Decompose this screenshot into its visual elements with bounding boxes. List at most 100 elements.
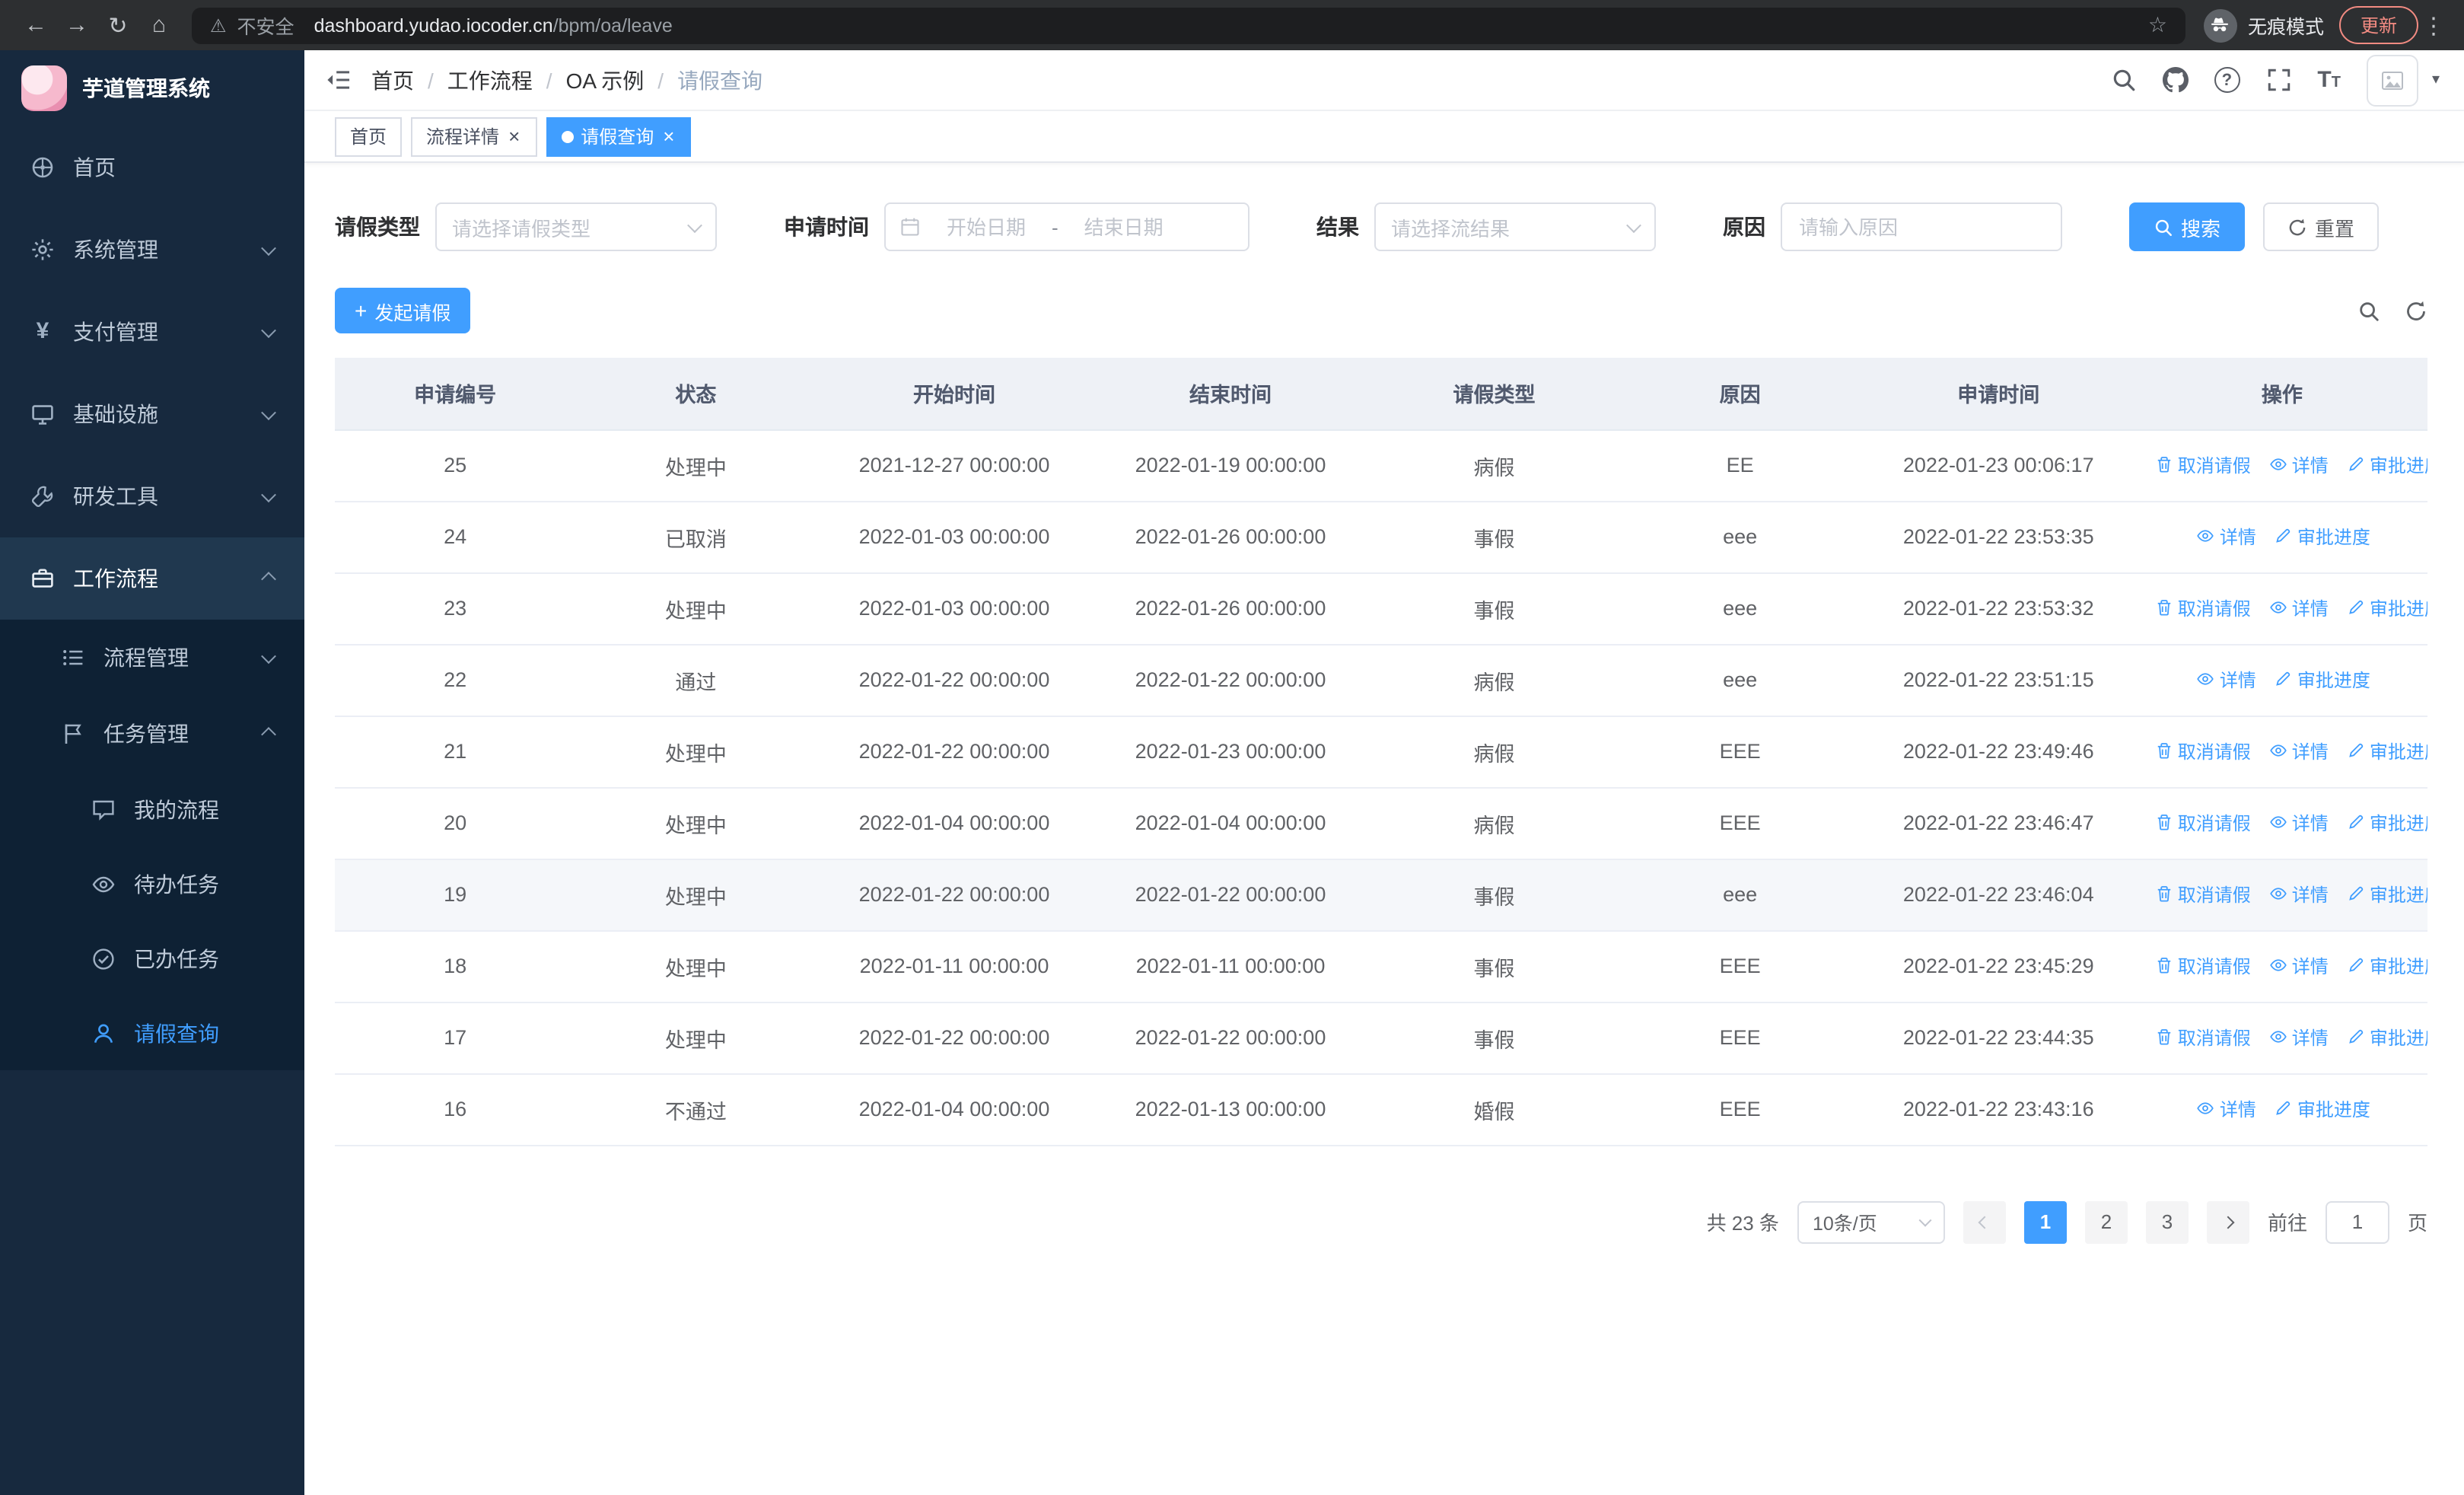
table-refresh-icon[interactable]	[2405, 299, 2427, 322]
detail-button[interactable]: 详情	[2269, 1025, 2329, 1050]
search-button[interactable]: 搜索	[2129, 202, 2246, 251]
approval-progress-button[interactable]: 审批进度	[2275, 667, 2370, 693]
github-icon[interactable]	[2162, 67, 2188, 93]
breadcrumb-item[interactable]: 工作流程	[447, 65, 533, 95]
create-leave-button[interactable]: + 发起请假	[335, 288, 471, 333]
security-label[interactable]: 不安全	[237, 11, 294, 40]
detail-button[interactable]: 详情	[2269, 452, 2329, 478]
sidebar-item-dev-tools[interactable]: 研发工具	[0, 455, 304, 537]
update-button[interactable]: 更新	[2338, 6, 2418, 44]
approval-progress-button[interactable]: 审批进度	[2347, 738, 2427, 764]
back-icon[interactable]: ←	[15, 12, 56, 38]
approval-progress-button[interactable]: 审批进度	[2275, 524, 2370, 550]
table-row[interactable]: 25 处理中 2021-12-27 00:00:00 2022-01-19 00:00…	[335, 429, 2427, 502]
start-date-input[interactable]	[927, 215, 1046, 238]
cell-start-time: 2022-01-04 00:00:00	[816, 787, 1093, 859]
detail-button[interactable]: 详情	[2269, 953, 2329, 979]
tab-process-detail[interactable]: 流程详情 ×	[411, 116, 537, 156]
sidebar-item-task-mgmt[interactable]: 任务管理	[0, 696, 304, 772]
table-search-toggle-icon[interactable]	[2357, 299, 2380, 322]
approval-progress-button[interactable]: 审批进度	[2347, 595, 2427, 621]
detail-button[interactable]: 详情	[2197, 524, 2256, 550]
cancel-leave-button[interactable]: 取消请假	[2155, 810, 2251, 836]
tab-leave-query[interactable]: 请假查询 ×	[546, 116, 692, 156]
sidebar-item-label: 待办任务	[134, 872, 219, 896]
logo[interactable]: 芋道管理系统	[0, 50, 304, 126]
cancel-leave-button[interactable]: 取消请假	[2155, 595, 2251, 621]
table-row[interactable]: 18 处理中 2022-01-11 00:00:00 2022-01-11 00:00…	[335, 930, 2427, 1003]
reset-button[interactable]: 重置	[2263, 202, 2380, 251]
approval-progress-button[interactable]: 审批进度	[2275, 1096, 2370, 1122]
sidebar-item-infrastructure[interactable]: 基础设施	[0, 373, 304, 455]
page-button-2[interactable]: 2	[2084, 1200, 2128, 1243]
sidebar-fold-icon[interactable]	[304, 49, 371, 110]
prev-page-button[interactable]	[1963, 1200, 2006, 1243]
table-row[interactable]: 22 通过 2022-01-22 00:00:00 2022-01-22 00:00:…	[335, 644, 2427, 716]
cancel-icon	[2155, 957, 2173, 975]
detail-button[interactable]: 详情	[2197, 1096, 2256, 1122]
breadcrumb-item[interactable]: 首页	[371, 65, 414, 95]
sidebar-item-payment-mgmt[interactable]: ¥ 支付管理	[0, 291, 304, 373]
breadcrumb-item[interactable]: OA 示例	[566, 65, 645, 95]
fullscreen-icon[interactable]	[2265, 67, 2291, 93]
sidebar-item-my-process[interactable]: 我的流程	[0, 772, 304, 846]
goto-page-input[interactable]	[2325, 1200, 2389, 1243]
detail-icon	[2269, 599, 2287, 617]
leave-type-select[interactable]: 请选择请假类型	[435, 202, 717, 251]
table-row[interactable]: 21 处理中 2022-01-22 00:00:00 2022-01-23 00:00…	[335, 716, 2427, 788]
next-page-button[interactable]	[2206, 1200, 2249, 1243]
result-select[interactable]: 请选择流结果	[1374, 202, 1656, 251]
browser-menu-icon[interactable]: ⋮	[2418, 11, 2449, 39]
sidebar-item-label: 任务管理	[103, 722, 189, 746]
apply-time-range-picker[interactable]: -	[884, 202, 1250, 251]
page-button-3[interactable]: 3	[2145, 1200, 2189, 1243]
reason-input[interactable]	[1781, 202, 2062, 251]
avatar[interactable]	[2366, 54, 2418, 106]
browser-home-icon[interactable]: ⌂	[138, 12, 180, 38]
sidebar-item-leave-query[interactable]: 请假查询	[0, 996, 304, 1070]
table-row[interactable]: 20 处理中 2022-01-04 00:00:00 2022-01-04 00:00…	[335, 787, 2427, 859]
approval-progress-button[interactable]: 审批进度	[2347, 953, 2427, 979]
detail-button[interactable]: 详情	[2269, 810, 2329, 836]
end-date-input[interactable]	[1064, 215, 1183, 238]
table-row[interactable]: 19 处理中 2022-01-22 00:00:00 2022-01-22 00:00…	[335, 859, 2427, 931]
detail-button[interactable]: 详情	[2269, 881, 2329, 907]
cell-apply-id: 20	[335, 787, 576, 859]
sidebar-item-workflow[interactable]: 工作流程	[0, 537, 304, 620]
page-size-value: 10条/页	[1812, 1213, 1877, 1235]
page-size-select[interactable]: 10条/页	[1797, 1200, 1945, 1243]
approval-progress-button[interactable]: 审批进度	[2347, 881, 2427, 907]
approval-progress-button[interactable]: 审批进度	[2347, 1025, 2427, 1050]
approval-progress-button[interactable]: 审批进度	[2347, 452, 2427, 478]
sidebar-item-process-mgmt[interactable]: 流程管理	[0, 620, 304, 696]
sidebar-item-done-tasks[interactable]: 已办任务	[0, 921, 304, 996]
tab-close-icon[interactable]: ×	[507, 126, 521, 146]
detail-button[interactable]: 详情	[2269, 738, 2329, 764]
table-row[interactable]: 17 处理中 2022-01-22 00:00:00 2022-01-22 00:00…	[335, 1002, 2427, 1074]
cancel-leave-button[interactable]: 取消请假	[2155, 953, 2251, 979]
detail-button[interactable]: 详情	[2269, 595, 2329, 621]
forward-icon[interactable]: →	[56, 12, 97, 38]
table-row[interactable]: 16 不通过 2022-01-04 00:00:00 2022-01-13 00:00…	[335, 1073, 2427, 1146]
font-size-icon[interactable]: TT	[2317, 69, 2341, 91]
cancel-leave-button[interactable]: 取消请假	[2155, 452, 2251, 478]
table-row[interactable]: 23 处理中 2022-01-03 00:00:00 2022-01-26 00:00…	[335, 572, 2427, 645]
page-button-1[interactable]: 1	[2023, 1200, 2067, 1243]
avatar-caret-down-icon[interactable]: ▾	[2432, 72, 2440, 88]
table-row[interactable]: 24 已取消 2022-01-03 00:00:00 2022-01-26 00:00…	[335, 501, 2427, 573]
cancel-leave-button[interactable]: 取消请假	[2155, 881, 2251, 907]
sidebar-item-home[interactable]: 首页	[0, 126, 304, 209]
approval-progress-button[interactable]: 审批进度	[2347, 810, 2427, 836]
reload-icon[interactable]: ↻	[97, 11, 138, 39]
sidebar-item-todo-tasks[interactable]: 待办任务	[0, 846, 304, 921]
tab-close-icon[interactable]: ×	[661, 126, 676, 146]
bookmark-star-icon[interactable]: ☆	[2148, 12, 2167, 38]
detail-button[interactable]: 详情	[2197, 667, 2256, 693]
cancel-leave-button[interactable]: 取消请假	[2155, 1025, 2251, 1050]
sidebar-item-system-mgmt[interactable]: 系统管理	[0, 209, 304, 291]
url-bar[interactable]: ⚠ 不安全 dashboard.yudao.iocoder.cn/bpm/oa/…	[192, 7, 2185, 43]
cancel-leave-button[interactable]: 取消请假	[2155, 738, 2251, 764]
tab-home[interactable]: 首页	[335, 116, 403, 156]
help-icon[interactable]: ?	[2214, 67, 2240, 93]
search-icon[interactable]	[2110, 67, 2136, 93]
